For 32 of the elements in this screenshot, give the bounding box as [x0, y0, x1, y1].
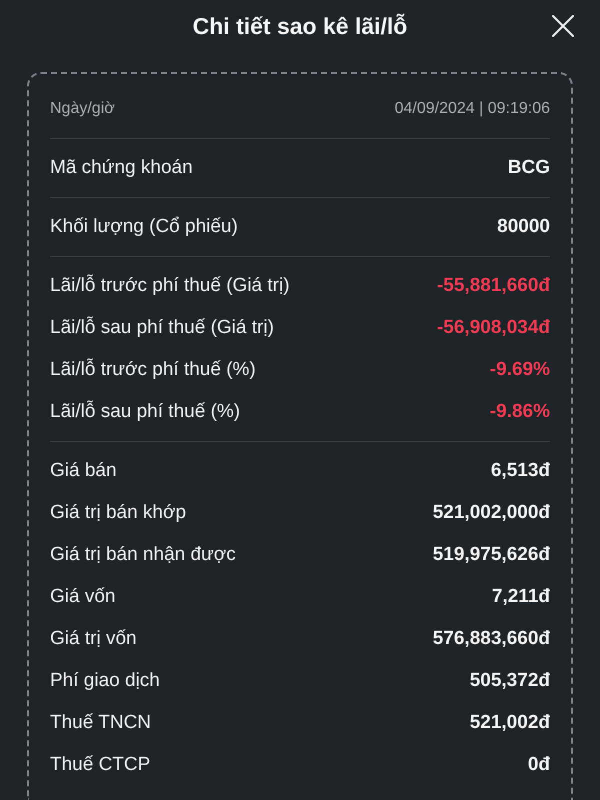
field-label: Khối lượng (Cổ phiếu)	[50, 214, 238, 239]
close-icon	[552, 15, 574, 37]
field-value: 521,002đ	[470, 710, 550, 735]
field-value: 505,372đ	[470, 668, 550, 693]
field-label: Giá trị vốn	[50, 626, 137, 651]
field-value: 576,883,660đ	[432, 626, 550, 651]
field-value: 521,002,000đ	[432, 500, 550, 525]
field-label: Giá trị bán nhận được	[50, 542, 236, 567]
field-label: Giá bán	[50, 458, 117, 483]
field-value: 7,211đ	[492, 584, 550, 609]
field-value: 04/09/2024 | 09:19:06	[394, 99, 550, 119]
field-label: Ngày/giờ	[50, 99, 115, 119]
field-value: 519,975,626đ	[432, 542, 550, 567]
field-value: -9.69%	[490, 358, 550, 382]
dialog-title: Chi tiết sao kê lãi/lỗ	[192, 12, 408, 41]
field-value: 0đ	[528, 752, 550, 777]
field-value: 80000	[497, 214, 550, 239]
field-value: BCG	[508, 156, 550, 180]
field-label: Lãi/lỗ sau phí thuế (%)	[50, 400, 240, 424]
field-label: Giá trị bán khớp	[50, 500, 186, 525]
field-value: -56,908,034đ	[436, 316, 550, 340]
field-label: Thuế CTCP	[50, 752, 150, 777]
field-label: Thuế TNCN	[50, 710, 152, 735]
field-label: Lãi/lỗ trước phí thuế (Giá trị)	[50, 274, 290, 298]
field-label: Lãi/lỗ sau phí thuế (Giá trị)	[50, 316, 274, 340]
field-label: Giá vốn	[50, 584, 116, 609]
field-label: Phí giao dịch	[50, 668, 160, 693]
field-value: -9.86%	[490, 400, 550, 424]
field-label: Lãi/lỗ trước phí thuế (%)	[50, 358, 256, 382]
field-value: 6,513đ	[490, 458, 550, 483]
field-value: -55,881,660đ	[436, 274, 550, 298]
field-label: Mã chứng khoán	[50, 156, 193, 180]
